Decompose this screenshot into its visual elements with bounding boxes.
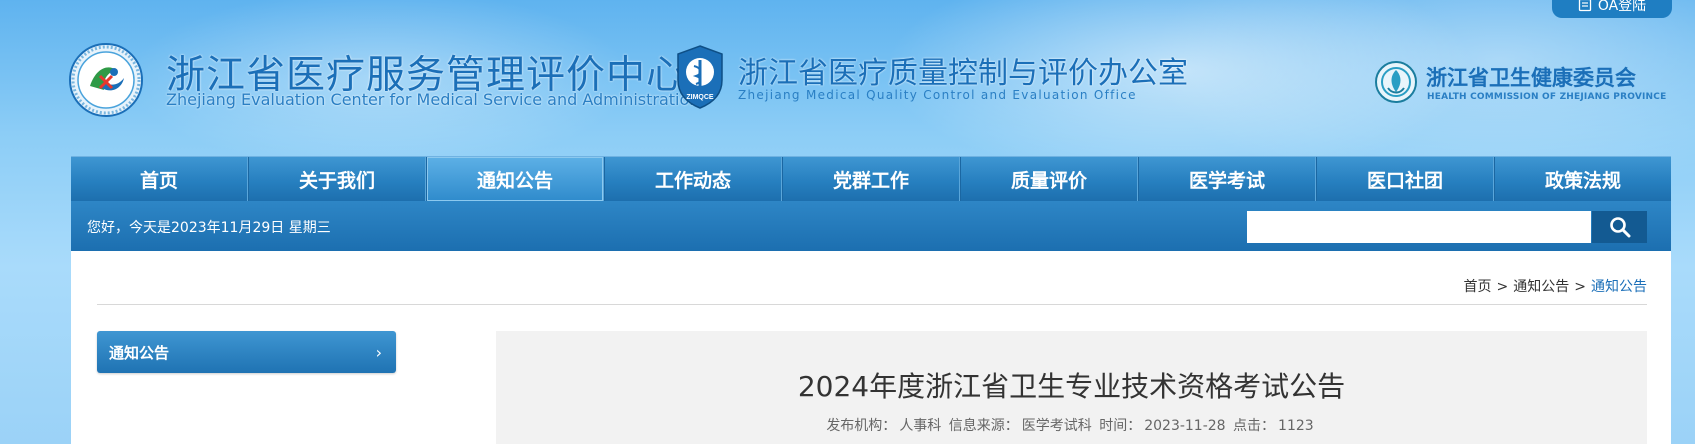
meta-time-label: 时间： xyxy=(1099,418,1142,434)
meta-org: 人事科 xyxy=(899,418,942,434)
greeting-bar: 您好，今天是2023年11月29日 星期三 xyxy=(71,201,1671,251)
main-content: 首页 > 通知公告 > 通知公告 通知公告 › 2024年度浙江省卫生专业技术资格考试公… xyxy=(71,251,1671,444)
article-meta: 发布机构： 人事科 信息来源： 医学考试科 时间： 2023-11-28 点击： 112… xyxy=(496,415,1647,435)
breadcrumb-current[interactable]: 通知公告 xyxy=(1591,279,1647,295)
zimqce-logo-text: ZIMQCE xyxy=(686,94,714,101)
partner1-subtitle: Zhejiang Medical Quality Control and Eva… xyxy=(738,88,1137,102)
center-logo-icon[interactable] xyxy=(68,42,144,118)
partner2-subtitle: HEALTH COMMISSION OF ZHEJIANG PROVINCE xyxy=(1427,92,1667,102)
chevron-right-icon: › xyxy=(375,342,382,362)
article-title: 2024年度浙江省卫生专业技术资格考试公告 xyxy=(797,370,1346,403)
greeting-text: 您好，今天是2023年11月29日 星期三 xyxy=(87,220,331,236)
site-subtitle: Zhejiang Evaluation Center for Medical S… xyxy=(166,90,700,109)
nav-item-party[interactable]: 党群工作 xyxy=(782,157,960,201)
nav-item-exams[interactable]: 医学考试 xyxy=(1138,157,1316,201)
search-button[interactable] xyxy=(1592,211,1647,243)
oa-login-label: OA登陆 xyxy=(1597,0,1647,14)
partner1-title: 浙江省医疗质量控制与评价办公室 xyxy=(738,56,1188,91)
breadcrumb-separator: > xyxy=(1496,279,1509,295)
breadcrumb-notices[interactable]: 通知公告 xyxy=(1513,279,1569,295)
meta-time: 2023-11-28 xyxy=(1144,418,1226,434)
nav-item-societies[interactable]: 医口社团 xyxy=(1316,157,1494,201)
divider xyxy=(97,304,1647,305)
search-icon xyxy=(1609,217,1630,238)
zimqce-shield-icon[interactable]: ZIMQCE xyxy=(674,44,726,110)
nav-item-about[interactable]: 关于我们 xyxy=(248,157,426,201)
search-input[interactable] xyxy=(1247,211,1591,243)
breadcrumb: 首页 > 通知公告 > 通知公告 xyxy=(1464,276,1647,296)
breadcrumb-home[interactable]: 首页 xyxy=(1464,279,1492,295)
nav-item-home[interactable]: 首页 xyxy=(71,157,248,201)
commission-logo-icon[interactable] xyxy=(1374,60,1418,104)
meta-source: 医学考试科 xyxy=(1021,418,1092,434)
nav-item-news[interactable]: 工作动态 xyxy=(604,157,782,201)
partner2-title: 浙江省卫生健康委员会 xyxy=(1426,66,1636,90)
article-panel: 2024年度浙江省卫生专业技术资格考试公告 发布机构： 人事科 信息来源： 医学考试… xyxy=(496,331,1647,444)
sidebar-item-notices[interactable]: 通知公告 › xyxy=(97,331,396,373)
oa-login-button[interactable]: OA登陆 xyxy=(1552,0,1672,18)
meta-clicks-label: 点击： xyxy=(1233,418,1276,434)
main-nav: 首页 关于我们 通知公告 工作动态 党群工作 质量评价 医学考试 医口社团 政策… xyxy=(71,156,1671,201)
login-icon xyxy=(1578,0,1591,12)
nav-item-notices[interactable]: 通知公告 xyxy=(426,157,604,201)
meta-org-label: 发布机构： xyxy=(826,418,897,434)
nav-item-policies[interactable]: 政策法规 xyxy=(1494,157,1671,201)
meta-clicks: 1123 xyxy=(1278,418,1314,434)
nav-item-quality[interactable]: 质量评价 xyxy=(960,157,1138,201)
breadcrumb-separator: > xyxy=(1574,279,1586,295)
sidebar-item-label: 通知公告 xyxy=(109,343,170,362)
meta-source-label: 信息来源： xyxy=(948,418,1019,434)
